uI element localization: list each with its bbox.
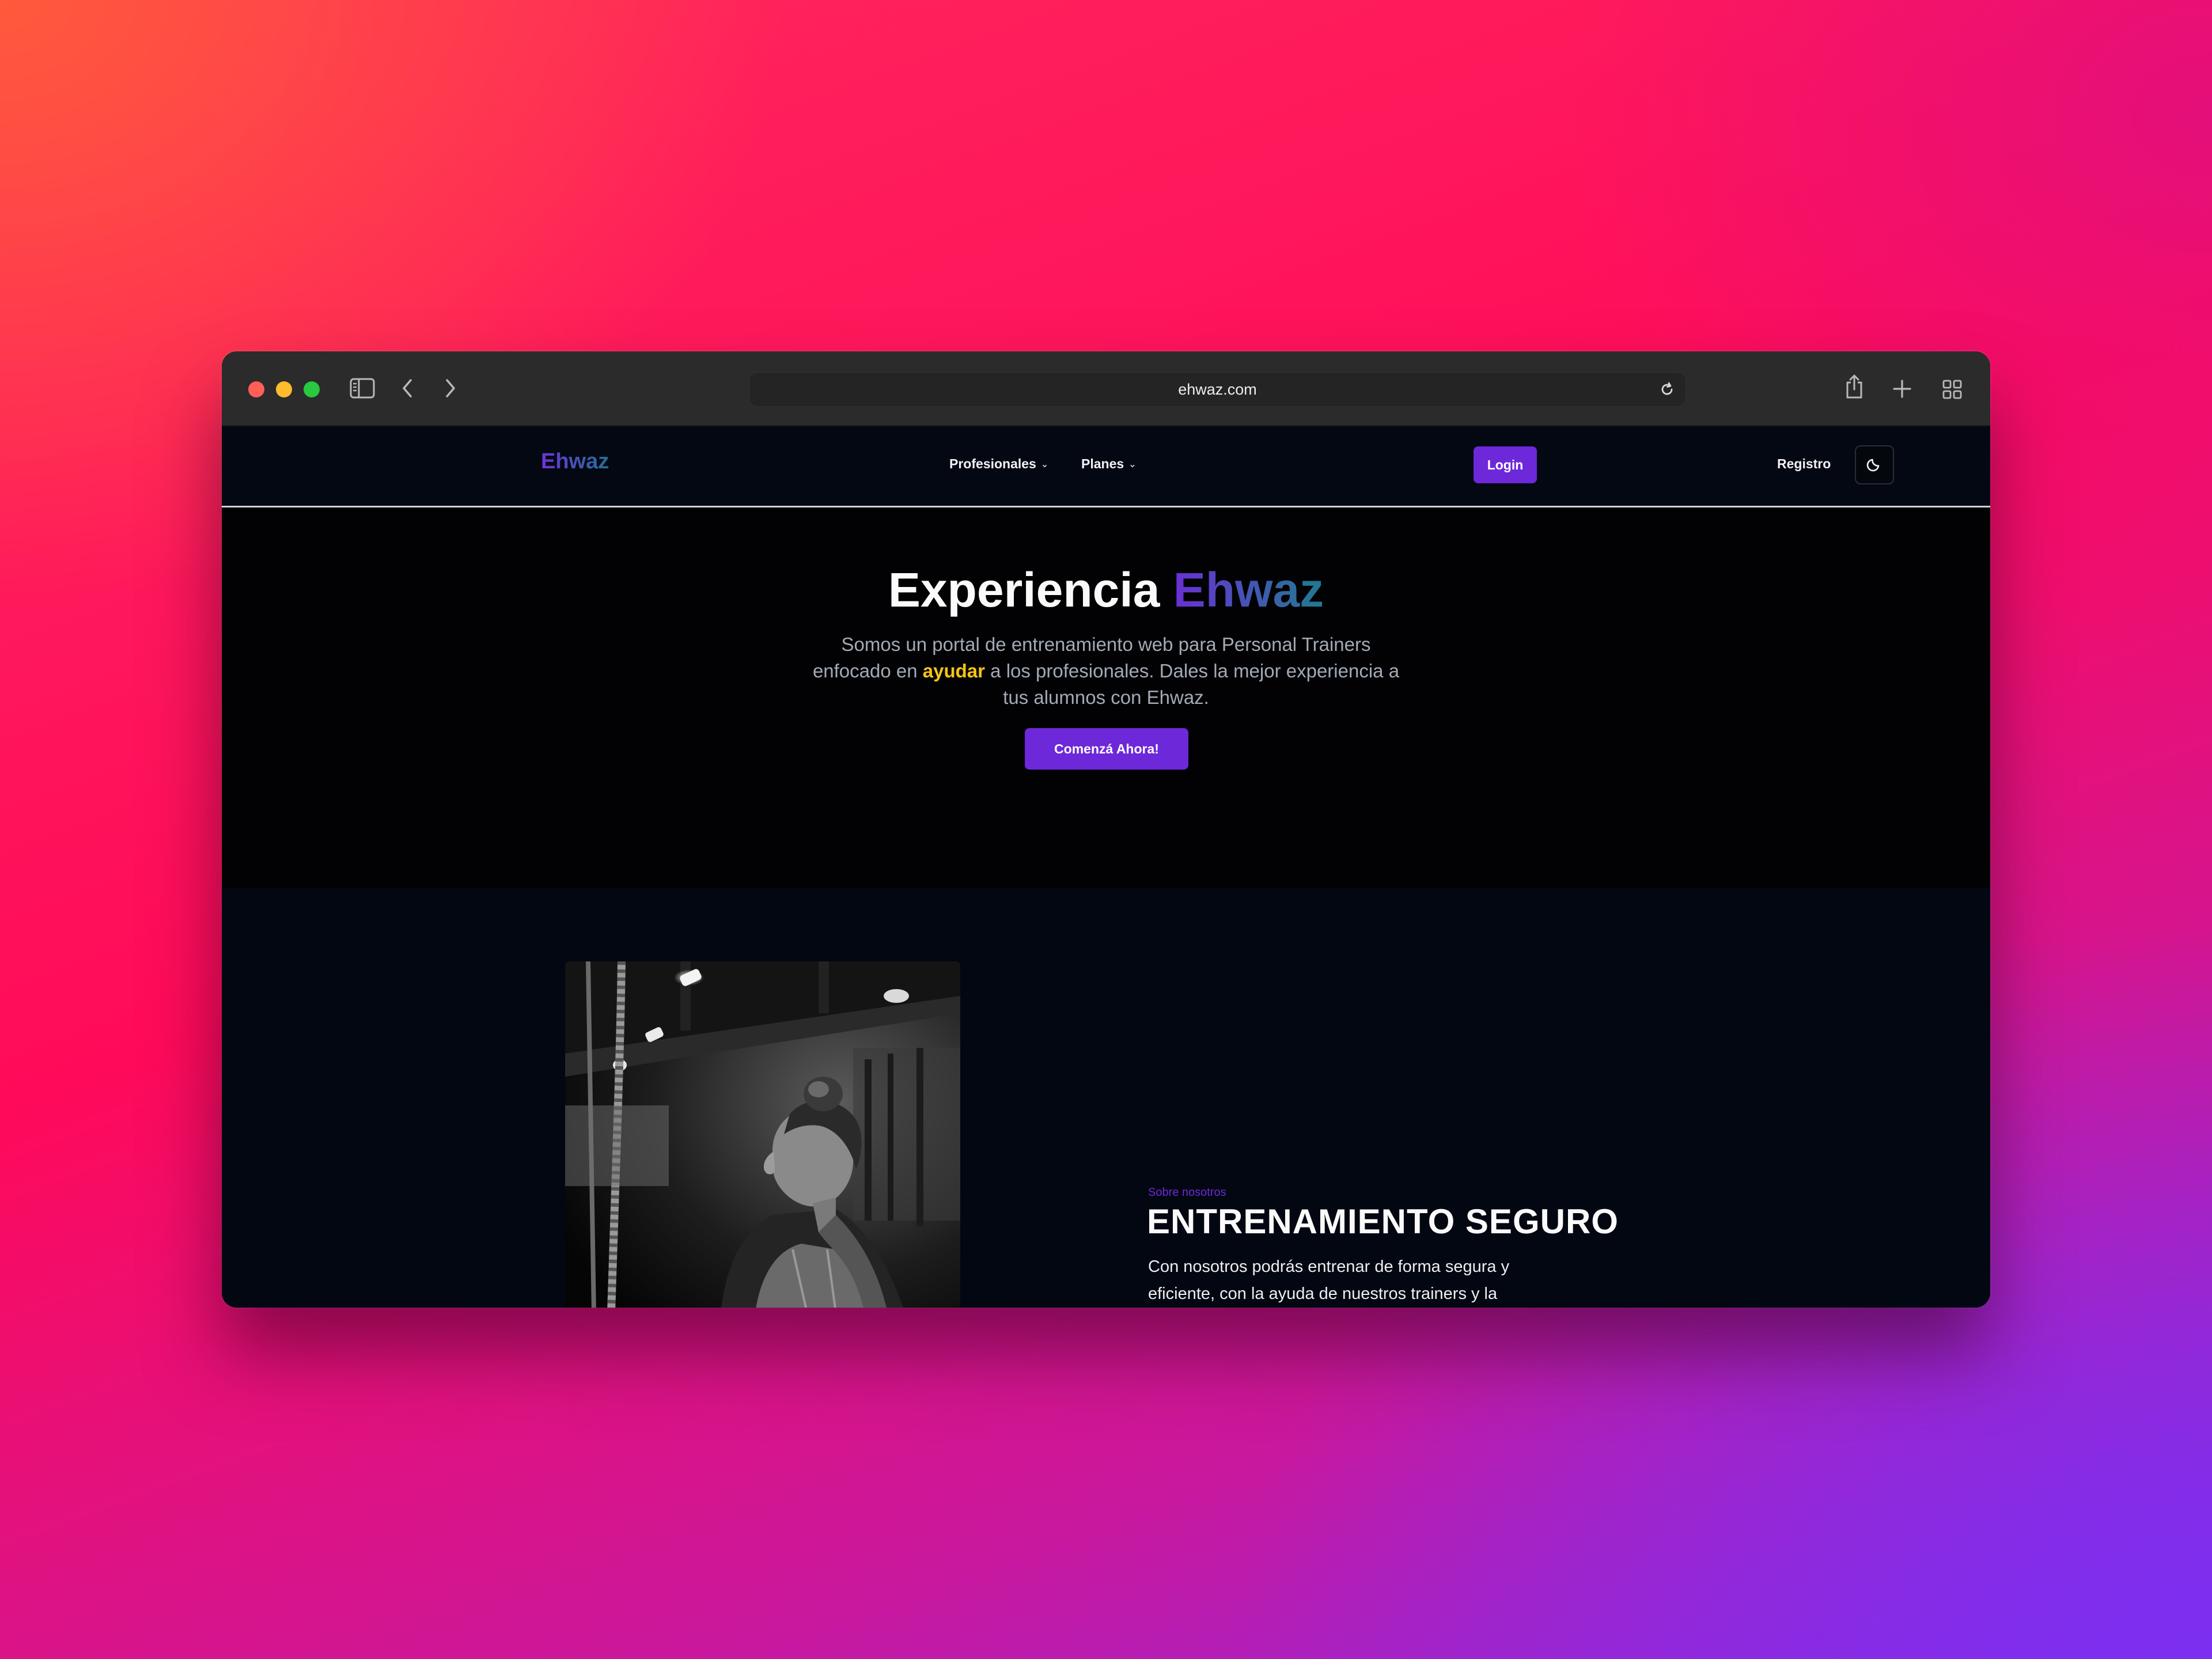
site-navbar: Ehwaz Profesionales ⌄ Planes ⌄ Login Reg…	[222, 426, 1990, 507]
web-page: Ehwaz Profesionales ⌄ Planes ⌄ Login Reg…	[222, 426, 1990, 1308]
theme-toggle-button[interactable]	[1855, 445, 1894, 484]
url-text: ehwaz.com	[1178, 381, 1257, 398]
trainer-photo	[565, 961, 960, 1308]
sidebar-icon[interactable]	[350, 378, 375, 399]
browser-toolbar: ehwaz.com	[222, 351, 1990, 426]
address-bar[interactable]: ehwaz.com	[749, 372, 1686, 407]
hero-title: Experiencia Ehwaz	[222, 562, 1990, 618]
about-title: ENTRENAMIENTO SEGURO	[1147, 1202, 1619, 1241]
browser-window: ehwaz.com Ehwaz Profesionales ⌄ Planes ⌄	[222, 351, 1990, 1308]
hero-subtitle-highlight: ayudar	[922, 660, 985, 681]
maximize-window-button[interactable]	[304, 381, 320, 397]
start-now-button[interactable]: Comenzá Ahora!	[1025, 728, 1188, 770]
back-icon[interactable]	[400, 378, 414, 399]
brand-logo[interactable]: Ehwaz	[541, 449, 609, 474]
share-icon[interactable]	[1844, 373, 1865, 400]
close-window-button[interactable]	[248, 381, 264, 397]
nav-item-planes[interactable]: Planes ⌄	[1081, 456, 1137, 472]
about-text: Con nosotros podrás entrenar de forma se…	[1148, 1257, 1510, 1303]
nav-item-profesionales[interactable]: Profesionales ⌄	[949, 456, 1048, 472]
minimize-window-button[interactable]	[276, 381, 292, 397]
login-button[interactable]: Login	[1474, 446, 1537, 483]
reload-icon[interactable]	[1659, 381, 1675, 400]
about-section: Sobre nosotros ENTRENAMIENTO SEGURO Con …	[222, 888, 1990, 1308]
chevron-down-icon: ⌄	[1040, 459, 1049, 469]
about-kicker: Sobre nosotros	[1148, 1186, 1226, 1199]
hero-section: Experiencia Ehwaz Somos un portal de ent…	[222, 507, 1990, 888]
nav-item-label: Profesionales	[949, 456, 1036, 471]
chevron-down-icon: ⌄	[1128, 459, 1137, 469]
hero-title-brand: Ehwaz	[1173, 563, 1324, 617]
hero-subtitle: Somos un portal de entrenamiento web par…	[809, 631, 1403, 711]
new-tab-icon[interactable]	[1892, 379, 1912, 399]
hero-subtitle-end: a los profesionales. Dales la mejor expe…	[990, 660, 1400, 708]
hero-title-main: Experiencia	[888, 563, 1160, 617]
forward-icon[interactable]	[444, 378, 457, 399]
tab-overview-icon[interactable]	[1942, 379, 1963, 400]
moon-icon	[1866, 455, 1883, 475]
register-button[interactable]: Registro	[1777, 456, 1831, 472]
nav-item-label: Planes	[1081, 456, 1124, 471]
